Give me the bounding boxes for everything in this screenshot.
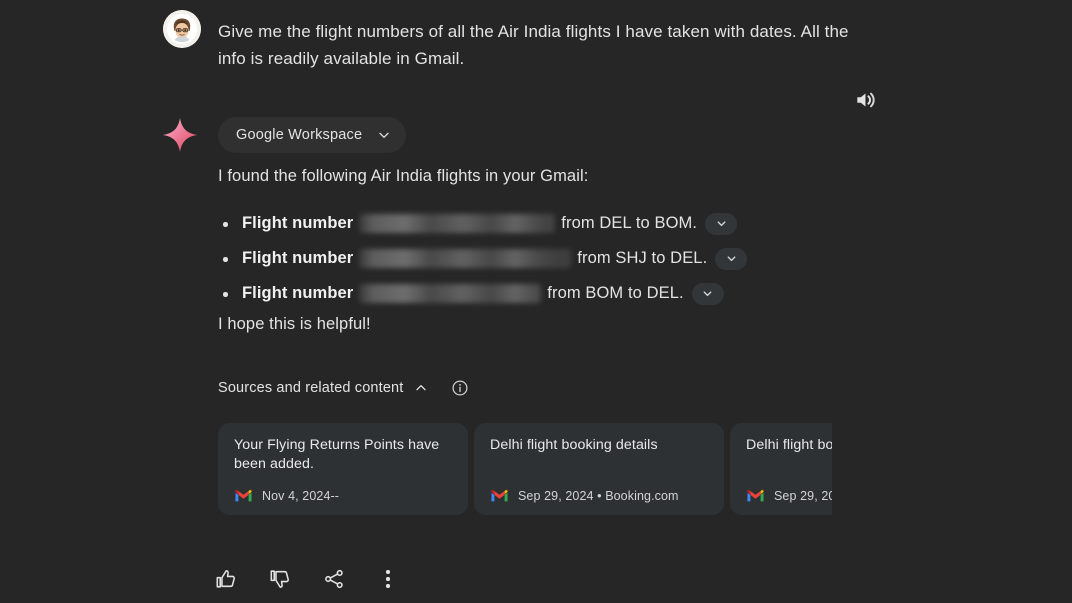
sources-info-button[interactable] — [449, 377, 471, 399]
volume-speaker-icon — [857, 92, 875, 108]
user-avatar — [163, 10, 201, 48]
source-card[interactable]: Delhi flight booking details Sep 29, 202… — [474, 423, 724, 515]
flight-expand-button[interactable] — [705, 212, 738, 235]
share-button[interactable] — [315, 560, 353, 598]
source-card-meta-text: Nov 4, 2024-- — [262, 488, 340, 503]
user-message-text: Give me the flight numbers of all the Ai… — [218, 22, 849, 68]
more-vert-icon — [386, 570, 390, 588]
flight-route-text: from SHJ to DEL. — [577, 249, 708, 267]
flight-route-text: from BOM to DEL. — [547, 284, 684, 302]
thumb-down-icon — [270, 570, 289, 589]
flight-expand-button[interactable] — [715, 247, 748, 270]
sources-toggle-label: Sources and related content — [218, 380, 404, 396]
chevron-down-icon — [703, 291, 712, 297]
thumbs-up-button[interactable] — [207, 560, 245, 598]
flight-number-label: Flight number — [242, 249, 354, 267]
source-card-title: Delhi flight booking details — [490, 437, 658, 453]
source-card[interactable]: Delhi flight booking details Sep 29, 202… — [730, 423, 832, 515]
flight-list-item: Flight number from BOM to DEL. — [218, 276, 838, 311]
flight-list-item: Flight number from SHJ to DEL. — [218, 241, 838, 276]
sources-bar: Sources and related content — [218, 374, 471, 402]
google-workspace-extension-chip[interactable]: Google Workspace — [218, 117, 407, 153]
source-card-title: Your Flying Returns Points have been add… — [234, 437, 440, 472]
response-outro-text: I hope this is helpful! — [218, 315, 371, 333]
source-card-meta: Sep 29, 2024 • Booking.com — [490, 488, 679, 503]
source-card[interactable]: Your Flying Returns Points have been add… — [218, 423, 468, 515]
source-card-meta: Nov 4, 2024-- — [234, 488, 339, 503]
redacted-flight-details — [359, 249, 572, 268]
redacted-flight-details — [359, 284, 542, 303]
thumbs-down-button[interactable] — [261, 560, 299, 598]
gmail-icon — [491, 490, 508, 502]
chevron-down-icon — [717, 221, 726, 227]
source-cards-strip[interactable]: Your Flying Returns Points have been add… — [218, 423, 832, 515]
gmail-icon — [235, 490, 252, 502]
flight-number-label: Flight number — [242, 214, 354, 232]
flight-route-text: from DEL to BOM. — [561, 214, 698, 232]
response-intro-text: I found the following Air India flights … — [218, 167, 589, 185]
source-card-title: Delhi flight booking details — [746, 437, 832, 453]
chevron-down-icon — [727, 256, 736, 262]
redacted-flight-details — [359, 214, 556, 233]
source-card-meta-text: Sep 29, 2024 • Booking.com — [518, 488, 679, 503]
share-icon — [325, 569, 343, 589]
flight-expand-button[interactable] — [691, 282, 724, 305]
user-message-turn: Give me the flight numbers of all the Ai… — [0, 0, 1072, 68]
flight-number-label: Flight number — [242, 284, 354, 302]
gmail-icon — [747, 490, 764, 502]
response-action-bar — [207, 560, 407, 598]
chevron-down-icon — [379, 132, 389, 138]
workspace-chip-label: Google Workspace — [236, 127, 363, 143]
sources-toggle-button[interactable]: Sources and related content — [218, 374, 429, 402]
source-card-meta: Sep 29, 2024 • Booking.com — [746, 488, 832, 503]
thumb-up-icon — [216, 569, 235, 588]
info-circle-icon — [452, 380, 468, 396]
more-options-button[interactable] — [369, 560, 407, 598]
chevron-up-icon — [416, 385, 427, 391]
flight-list-item: Flight number from DEL to BOM. — [218, 206, 838, 241]
gemini-sparkle-icon — [160, 115, 200, 155]
flight-list: Flight number from DEL to BOM. Flight nu… — [218, 206, 838, 311]
text-to-speech-button[interactable] — [846, 80, 886, 120]
source-card-meta-text: Sep 29, 2024 • Booking.com — [774, 488, 832, 503]
